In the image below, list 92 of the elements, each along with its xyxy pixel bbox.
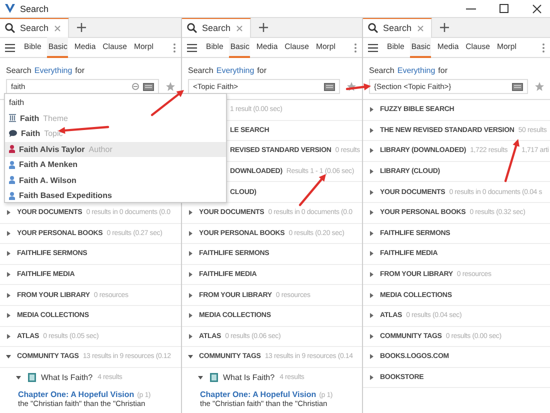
prompt-text: Search [188,66,214,75]
caret-icon[interactable] [188,313,193,318]
person-icon [9,145,15,154]
star-icon[interactable] [347,82,356,91]
caret-icon[interactable] [369,354,374,360]
search-icon [5,23,15,33]
suggestion-item[interactable]: faith [5,95,226,110]
caret-icon[interactable] [369,375,374,380]
star-icon[interactable] [166,82,175,91]
search-tab[interactable]: Search [363,18,432,37]
more-icon[interactable] [173,42,176,52]
suggestion-type: Theme [43,114,68,123]
scope-link[interactable]: Everything [34,66,72,75]
search-icon [187,23,197,33]
suggestion-item[interactable]: Faith Based Expeditions [5,188,226,204]
search-tab[interactable]: Search [0,18,69,37]
scope-link[interactable]: Everything [397,66,436,75]
resource-title[interactable]: What Is Faith? [223,373,275,382]
prompt-text: Search [369,66,394,75]
suggestion-item[interactable]: Faith Topic [5,126,226,142]
plus-icon[interactable] [258,23,268,32]
clear-icon[interactable] [132,83,139,90]
search-tab[interactable]: Search [182,18,251,37]
suggestion-type: Author [88,144,112,154]
person-icon [9,160,15,169]
maximize-icon[interactable] [497,4,511,14]
person-icon [9,192,15,200]
prompt-text: for [438,66,448,75]
suggestion-item[interactable]: Faith Theme [5,110,226,126]
resource-title[interactable]: What Is Faith? [41,373,93,382]
menu-icon[interactable] [187,44,197,52]
caret-icon[interactable] [369,334,374,339]
caret-icon[interactable] [6,251,11,256]
prompt-text: for [257,66,266,75]
scope-link[interactable]: Everything [216,66,254,75]
menu-icon[interactable] [5,44,15,52]
caret-icon[interactable] [369,128,374,133]
caret-icon[interactable] [198,375,203,380]
column-icon [9,114,16,122]
prompt-text: for [75,66,84,75]
caret-icon[interactable] [369,169,374,174]
more-icon[interactable] [542,42,545,52]
caret-icon[interactable] [6,292,11,298]
caret-icon[interactable] [6,272,11,278]
keyboard-icon[interactable] [143,82,154,90]
result-link[interactable]: Chapter One: A Hopeful Vision [200,390,316,399]
close-icon[interactable] [530,4,544,14]
keyboard-icon[interactable] [324,82,335,90]
book-icon [210,373,218,382]
caret-icon[interactable] [369,148,374,154]
caret-icon[interactable] [6,210,11,216]
suggestion-type: Topic [44,129,63,138]
caret-icon[interactable] [188,251,193,256]
caret-icon[interactable] [188,272,193,278]
arrow-annotation [298,174,326,206]
logo-icon [5,4,15,13]
caret-icon[interactable] [369,292,374,298]
arrow-annotation [150,90,184,116]
caret-icon[interactable] [188,334,193,339]
caret-icon[interactable] [369,272,374,278]
plus-icon[interactable] [440,23,449,32]
caret-icon[interactable] [369,313,374,318]
caret-icon[interactable] [188,210,193,216]
suggestion-item[interactable]: Faith A Menken [5,157,226,172]
caret-icon[interactable] [6,230,11,236]
more-icon[interactable] [354,42,357,52]
menu-icon[interactable] [368,44,378,52]
caret-icon[interactable] [369,107,374,112]
caret-icon[interactable] [369,210,374,216]
suggestion-item[interactable]: Faith Alvis Taylor Author [5,142,226,157]
plus-icon[interactable] [76,23,86,32]
caret-icon[interactable] [369,190,374,195]
book-icon [28,373,36,382]
caret-icon[interactable] [16,375,21,380]
window-title: Search [20,4,49,14]
caret-icon[interactable] [369,251,374,256]
suggestion-item[interactable]: Faith A. Wilson [5,172,226,188]
arrow-annotation [346,83,371,90]
caret-icon[interactable] [6,354,11,360]
caret-icon[interactable] [6,334,11,339]
search-icon [368,23,378,33]
speech-bubble-icon [9,130,17,138]
prompt-text: Search [6,66,32,75]
caret-icon[interactable] [369,230,374,236]
person-icon [9,176,15,184]
star-icon[interactable] [535,82,544,91]
caret-icon[interactable] [6,313,11,318]
caret-icon[interactable] [188,230,193,236]
caret-icon[interactable] [188,354,193,360]
caret-icon[interactable] [188,292,193,298]
keyboard-icon[interactable] [512,82,523,90]
result-link[interactable]: Chapter One: A Hopeful Vision [18,390,134,399]
